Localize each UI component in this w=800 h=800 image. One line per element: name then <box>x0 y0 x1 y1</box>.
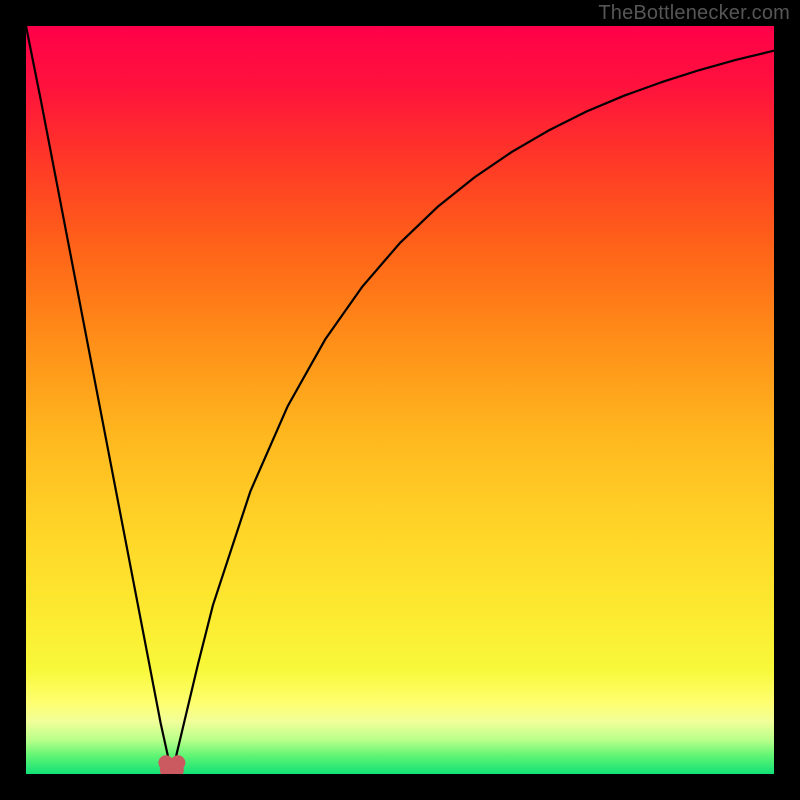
watermark-text: TheBottlenecker.com <box>598 2 790 25</box>
chart-svg <box>26 26 774 774</box>
marker-dot <box>170 755 185 770</box>
gradient-background <box>26 26 774 774</box>
plot-area <box>26 26 774 774</box>
chart-frame: TheBottlenecker.com <box>0 0 800 800</box>
